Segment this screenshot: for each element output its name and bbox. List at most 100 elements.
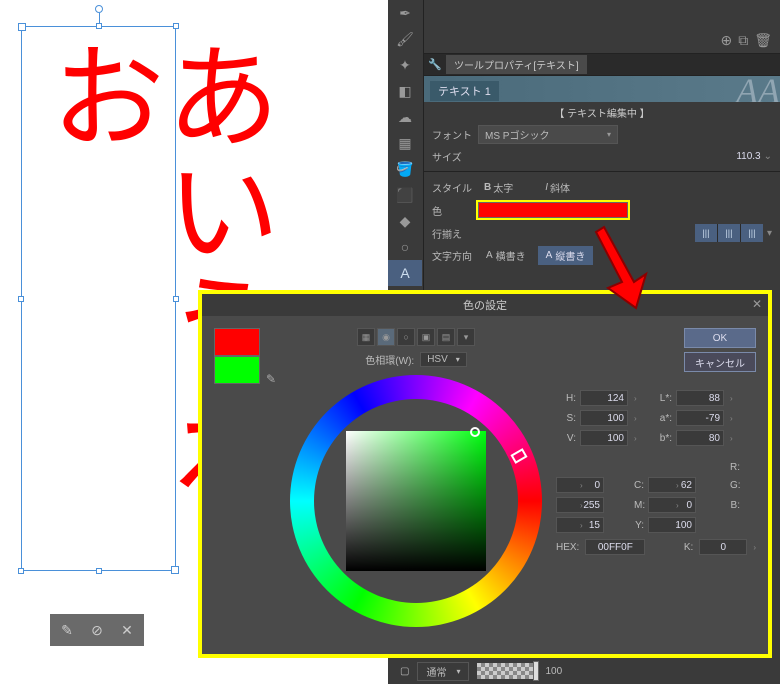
spray-tool-icon[interactable]: ✦ (388, 52, 422, 78)
decoration: AA (736, 76, 780, 102)
b-lab-label: b*: (648, 433, 672, 444)
cancel-icon[interactable]: ✕ (114, 618, 140, 642)
dir-label: 文字方向 (432, 248, 478, 263)
brush-tool-icon[interactable]: 🖌 (388, 26, 422, 52)
settings-icon[interactable]: 🔧 (424, 58, 446, 71)
cancel-button[interactable]: キャンセル (684, 352, 756, 372)
tool-name: テキスト 1 (430, 81, 499, 101)
a-input[interactable] (676, 410, 724, 426)
annotation-arrow (594, 222, 654, 312)
hex-input[interactable] (585, 539, 645, 555)
layer-bottom-bar: ▢ 通常▾ 100 (392, 658, 780, 684)
a-label: a*: (648, 413, 672, 424)
panel-tab-title[interactable]: ツールプロパティ[テキスト] (446, 55, 587, 74)
panel-header: ⊕ ⧉ 🗑 (424, 0, 780, 54)
chevron-down-icon: ▾ (456, 355, 460, 364)
align-center-button[interactable]: ||| (718, 224, 740, 242)
vertical-text-button[interactable]: A縦書き (538, 246, 594, 265)
resize-handle[interactable] (96, 23, 102, 29)
close-icon[interactable]: ✕ (752, 297, 762, 311)
s-input[interactable] (580, 410, 628, 426)
eraser-tool-icon[interactable]: ◧ (388, 78, 422, 104)
tool-column: ✒ 🖌 ✦ ◧ ☁ ▦ 🪣 ⬛ ◆ ○ A (388, 0, 424, 300)
shape-tool-icon[interactable]: ○ (388, 234, 422, 260)
dropdown-arrow-icon[interactable]: ⌄ (764, 151, 772, 162)
k-label: K: (684, 542, 693, 553)
s-label: S: (556, 413, 576, 424)
resize-handle[interactable] (173, 296, 179, 302)
l-input[interactable] (676, 390, 724, 406)
text-tool-icon[interactable]: A (388, 260, 422, 286)
saturation-value-box[interactable] (346, 431, 486, 571)
resize-handle[interactable] (18, 568, 24, 574)
chevron-down-icon[interactable]: ▾ (767, 228, 772, 239)
h-label: H: (556, 393, 576, 404)
align-right-button[interactable]: ||| (741, 224, 763, 242)
dialog-title-bar[interactable]: 色の設定 ✕ (202, 294, 768, 316)
pencil-icon[interactable]: ✎ (54, 618, 80, 642)
b-lab-input[interactable] (676, 430, 724, 446)
picker-mode-1-icon[interactable]: ▦ (357, 328, 375, 346)
italic-button[interactable]: I斜体 (539, 178, 576, 197)
resize-handle[interactable] (96, 568, 102, 574)
k-input[interactable] (699, 539, 747, 555)
chevron-down-icon: ▾ (456, 667, 460, 676)
confirm-icon[interactable]: ⊘ (84, 618, 110, 642)
align-left-button[interactable]: ||| (695, 224, 717, 242)
current-color-swatch[interactable] (214, 356, 260, 384)
horizontal-text-button[interactable]: A横書き (478, 246, 534, 265)
delete-icon[interactable]: 🗑 (754, 32, 772, 49)
resize-handle[interactable] (173, 23, 179, 29)
text-bounding-box[interactable]: あいうえお (21, 26, 176, 571)
opacity-slider[interactable] (477, 663, 537, 679)
fill-tool-icon[interactable]: 🪣 (388, 156, 422, 182)
blend-mode-dropdown[interactable]: 通常▾ (417, 662, 469, 681)
picker-mode-4-icon[interactable]: ▣ (417, 328, 435, 346)
picker-mode-menu-icon[interactable]: ▾ (457, 328, 475, 346)
font-label: フォント (432, 127, 478, 142)
editing-status: 【 テキスト編集中 】 (424, 102, 780, 123)
v-label: V: (556, 433, 576, 444)
hex-label: HEX: (556, 542, 579, 553)
bold-button[interactable]: B太字 (478, 178, 519, 197)
blend-tool-icon[interactable]: ☁ (388, 104, 422, 130)
picker-mode-3-icon[interactable]: ○ (397, 328, 415, 346)
size-label: サイズ (432, 149, 478, 164)
color-label: 色 (432, 203, 478, 218)
g-label: G: (730, 480, 740, 491)
color-settings-dialog: 色の設定 ✕ ✎ ▦ ◉ ○ ▣ ▤ ▾ 色相環(W): HSV▾ (198, 290, 772, 658)
chevron-down-icon: ▾ (607, 130, 611, 139)
y-label: Y: (634, 520, 644, 531)
r-label: R: (730, 462, 740, 473)
dialog-title: 色の設定 (463, 297, 507, 313)
size-value[interactable]: 110.3 (736, 151, 760, 162)
picker-mode-2-icon[interactable]: ◉ (377, 328, 395, 346)
stamp-tool-icon[interactable]: ⬛ (388, 182, 422, 208)
l-label: L*: (648, 393, 672, 404)
new-icon[interactable]: ⊕ (720, 32, 732, 49)
resize-handle[interactable] (18, 296, 24, 302)
m-label: M: (634, 500, 644, 511)
copy-icon[interactable]: ⧉ (738, 32, 748, 49)
pattern-tool-icon[interactable]: ▦ (388, 130, 422, 156)
b-label: B: (730, 500, 740, 511)
v-input[interactable] (580, 430, 628, 446)
align-label: 行揃え (432, 226, 478, 241)
color-swatch[interactable] (478, 202, 628, 218)
c-label: C: (634, 480, 644, 491)
picker-mode-5-icon[interactable]: ▤ (437, 328, 455, 346)
pen-tool-icon[interactable]: ✒ (388, 0, 422, 26)
color-model-dropdown[interactable]: HSV▾ (420, 352, 467, 367)
font-dropdown[interactable]: MS Pゴシック▾ (478, 125, 618, 144)
previous-color-swatch[interactable] (214, 328, 260, 356)
confirm-toolbar: ✎ ⊘ ✕ (50, 614, 144, 646)
color-wheel[interactable] (290, 375, 542, 627)
ok-button[interactable]: OK (684, 328, 756, 348)
lock-icon[interactable]: ▢ (400, 666, 409, 677)
gradient-tool-icon[interactable]: ◆ (388, 208, 422, 234)
opacity-value[interactable]: 100 (545, 666, 562, 677)
eyedropper-icon[interactable]: ✎ (266, 372, 276, 386)
rotation-handle[interactable] (95, 5, 103, 13)
sv-marker[interactable] (470, 427, 480, 437)
h-input[interactable] (580, 390, 628, 406)
